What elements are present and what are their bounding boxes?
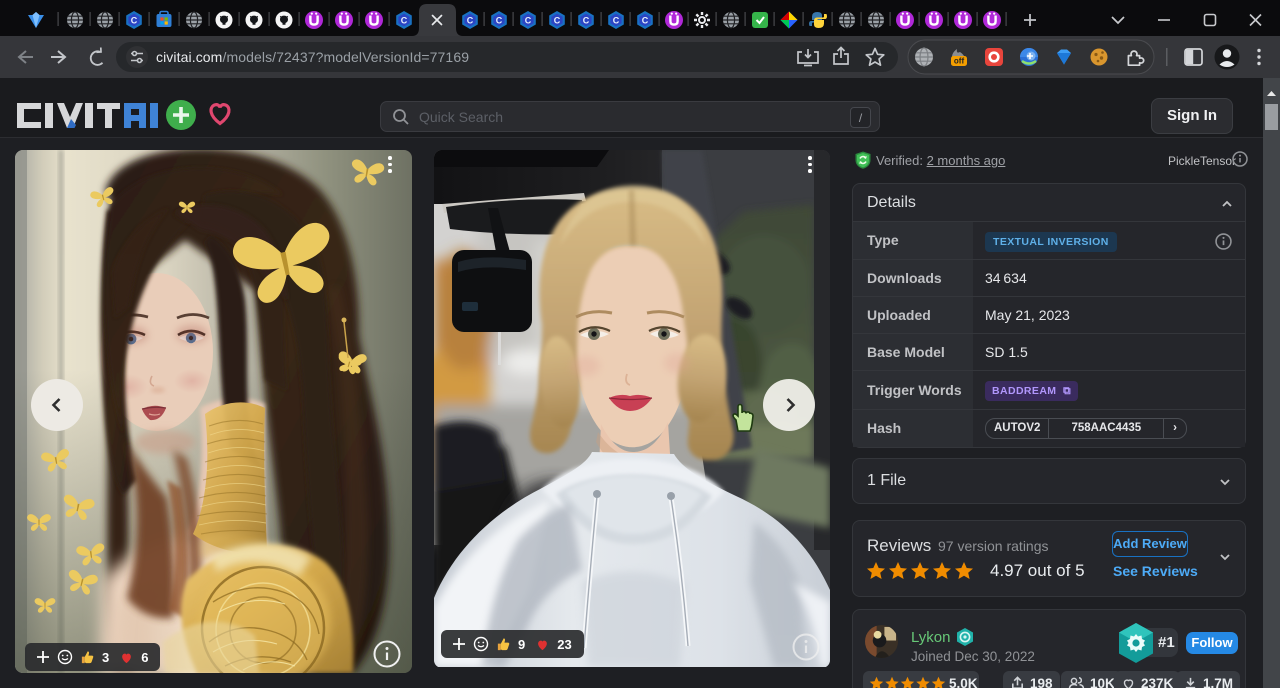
svg-text:off: off xyxy=(954,57,965,66)
